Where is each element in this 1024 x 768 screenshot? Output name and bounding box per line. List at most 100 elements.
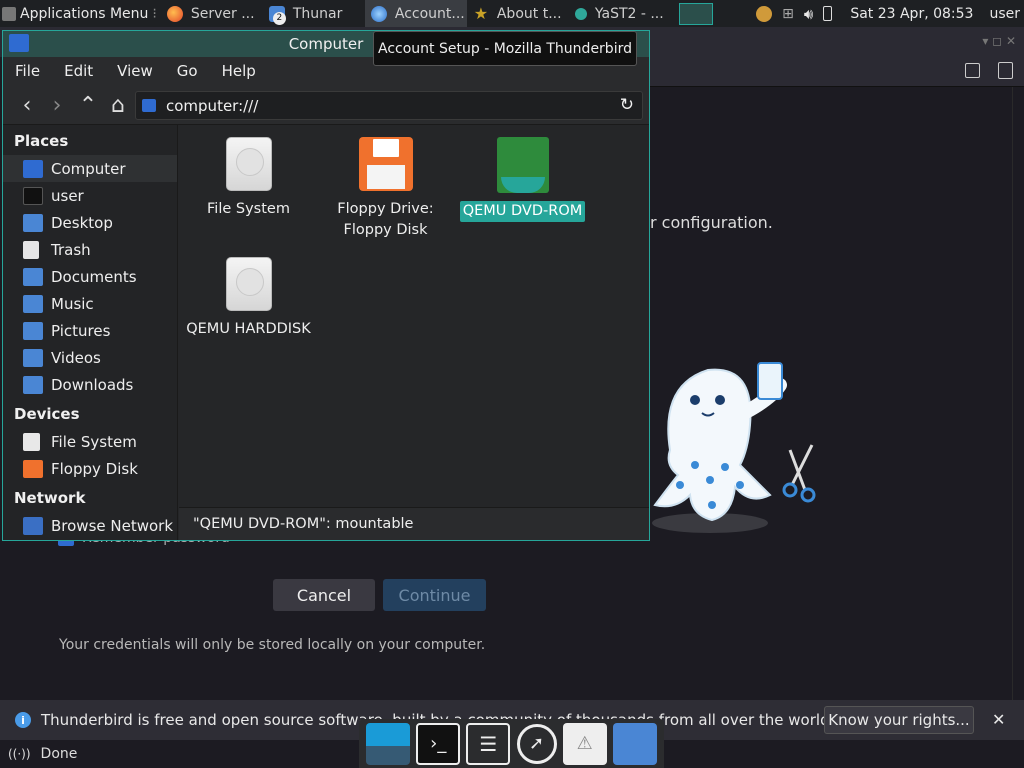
sidebar-item-label: user <box>51 186 84 205</box>
harddisk-icon <box>225 257 272 311</box>
trash-icon <box>23 240 39 259</box>
sidebar-item-label: Desktop <box>51 213 113 232</box>
window-tooltip: Account Setup - Mozilla Thunderbird <box>373 31 637 66</box>
sidebar-item-label: Downloads <box>51 375 134 394</box>
file-label: QEMU DVD-ROM <box>459 201 586 222</box>
status-text: Done <box>40 746 78 762</box>
file-label: QEMU HARDDISK <box>186 321 311 337</box>
user-menu[interactable]: user <box>989 6 1020 22</box>
thunar-icon: 2 <box>268 5 286 25</box>
forward-icon[interactable]: › <box>45 93 69 118</box>
menu-view[interactable]: View <box>105 62 165 80</box>
network-icon[interactable]: ⊞ <box>782 6 794 22</box>
scrollbar[interactable] <box>1012 87 1024 700</box>
taskbar-window-yast[interactable]: YaST2 - ... <box>569 0 673 27</box>
file-manager-icon[interactable]: ☰ <box>466 722 511 765</box>
menu-edit[interactable]: Edit <box>52 62 105 80</box>
harddisk-icon <box>225 137 272 191</box>
taskbar-window-label: YaST2 - ... <box>594 5 664 22</box>
sidebar-item-pictures[interactable]: Pictures <box>3 317 177 344</box>
music-folder-icon <box>23 294 43 313</box>
taskbar-window-label: Server ... <box>190 5 255 22</box>
cancel-button[interactable]: Cancel <box>273 579 375 611</box>
thunderbird-mascot-illustration <box>652 362 816 533</box>
tasks-icon[interactable] <box>998 62 1013 79</box>
taskbar-window-thunderbird[interactable]: Account... <box>364 0 467 27</box>
firefox-icon <box>166 5 183 22</box>
applications-menu[interactable]: Applications Menu ⁝ <box>0 0 161 27</box>
star-icon: ★ <box>473 4 489 23</box>
titlebar-controls-icon[interactable]: ▾ ◻ ✕ <box>982 34 1016 48</box>
terminal-icon[interactable]: ›_ <box>416 722 461 765</box>
file-item-floppy-drive[interactable]: Floppy Drive: Floppy Disk <box>318 137 453 241</box>
sidebar-item-label: Documents <box>51 267 137 286</box>
location-field[interactable]: computer:/// ↻ <box>135 91 643 120</box>
places-header: Places <box>14 132 69 150</box>
menu-file[interactable]: File <box>3 62 52 80</box>
system-tray: ⊞ 🔊︎ Sat 23 Apr, 08:53 user <box>756 5 1024 23</box>
downloads-folder-icon <box>23 375 43 394</box>
know-your-rights-button[interactable]: Know your rights... <box>824 706 974 734</box>
drive-icon <box>23 432 40 451</box>
thunderbird-icon <box>370 5 387 22</box>
floppy-icon <box>358 137 413 191</box>
taskbar-window-about[interactable]: ★ About t... <box>467 0 569 27</box>
sidebar-item-label: Floppy Disk <box>51 459 138 478</box>
sidebar-item-trash[interactable]: Trash <box>3 236 177 263</box>
window-title: Computer <box>288 35 364 53</box>
info-icon: i <box>15 712 31 728</box>
taskbar-window-firefox[interactable]: Server ... <box>161 0 263 27</box>
taskbar-window-label: About t... <box>496 5 562 22</box>
continue-button[interactable]: Continue <box>383 579 486 611</box>
file-item-qemu-dvd-rom[interactable]: QEMU DVD-ROM <box>455 137 590 222</box>
clock[interactable]: Sat 23 Apr, 08:53 <box>850 6 973 22</box>
sidebar-item-computer[interactable]: Computer <box>3 155 177 182</box>
sidebar-item-file-system[interactable]: File System <box>3 428 177 455</box>
close-icon[interactable]: ✕ <box>992 710 1005 729</box>
top-panel: Applications Menu ⁝ Server ... 2 Thunar … <box>0 0 1024 27</box>
back-icon[interactable]: ‹ <box>15 93 39 118</box>
sidebar-item-label: File System <box>51 432 137 451</box>
dvd-drive-icon <box>496 137 549 193</box>
dock: ›_ ☰ ➚ ⚠ <box>359 719 664 768</box>
network-header: Network <box>14 489 86 507</box>
web-browser-icon[interactable]: ➚ <box>516 723 557 764</box>
file-item-qemu-harddisk[interactable]: QEMU HARDDISK <box>181 257 316 340</box>
calendar-icon[interactable] <box>965 63 980 78</box>
updater-icon[interactable] <box>756 5 773 22</box>
app-finder-icon[interactable]: ⚠ <box>562 722 607 765</box>
computer-icon <box>9 34 29 52</box>
file-label: Floppy Drive: Floppy Disk <box>337 201 434 238</box>
sidebar-item-floppy-disk[interactable]: Floppy Disk <box>3 455 177 482</box>
sidebar-item-user[interactable]: user <box>3 182 177 209</box>
battery-icon[interactable] <box>823 6 833 21</box>
taskbar-window-label: Thunar <box>292 5 343 22</box>
reload-icon[interactable]: ↻ <box>620 95 634 115</box>
home-icon[interactable]: ⌂ <box>106 93 130 118</box>
taskbar-window-thunar[interactable]: 2 Thunar <box>263 0 365 27</box>
thunar-status-bar: "QEMU DVD-ROM": mountable <box>179 507 649 540</box>
workspace-switcher[interactable] <box>673 0 719 27</box>
separator-icon: ⁝ <box>152 5 157 22</box>
sidebar-item-browse-network[interactable]: Browse Network <box>3 512 177 539</box>
show-desktop-icon[interactable] <box>366 722 411 765</box>
sidebar-item-desktop[interactable]: Desktop <box>3 209 177 236</box>
location-text: computer:/// <box>166 96 259 115</box>
computer-icon <box>142 99 156 112</box>
thunderbird-toolbar <box>650 57 1024 87</box>
up-icon[interactable]: ⌃ <box>76 93 100 118</box>
menu-help[interactable]: Help <box>210 62 268 80</box>
sidebar-item-music[interactable]: Music <box>3 290 177 317</box>
yast-icon <box>574 7 587 20</box>
sidebar-item-label: Videos <box>51 348 101 367</box>
menu-icon <box>2 6 16 21</box>
floppy-icon <box>23 459 43 478</box>
sidebar-item-downloads[interactable]: Downloads <box>3 371 177 398</box>
menu-go[interactable]: Go <box>165 62 210 80</box>
file-item-file-system[interactable]: File System <box>181 137 316 220</box>
sidebar-item-documents[interactable]: Documents <box>3 263 177 290</box>
devices-header: Devices <box>14 405 80 423</box>
volume-icon[interactable]: 🔊︎ <box>804 5 813 23</box>
sidebar-item-videos[interactable]: Videos <box>3 344 177 371</box>
folder-icon[interactable] <box>612 722 657 765</box>
